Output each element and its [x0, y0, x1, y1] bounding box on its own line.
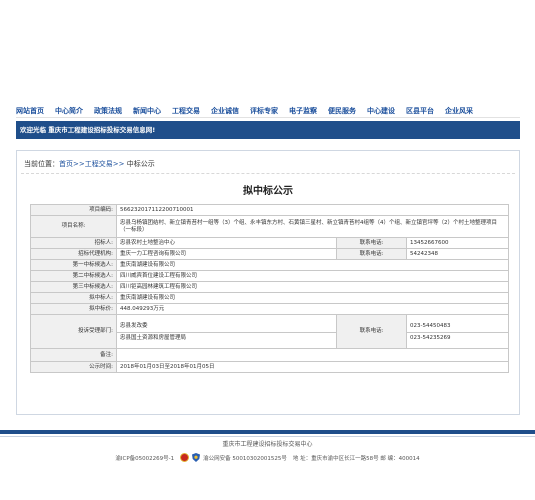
project-code-label: 项目编码: [30, 204, 117, 216]
table-row: 招标人: 忠县农村土地整治中心 联系电话: 13452667600 [30, 237, 510, 249]
complaint-dept-2: 忠县国土资源和房屋管理局 [117, 331, 336, 343]
table-row: 第二中标候选人: 四川威宾首位建设工程有限公司 [30, 270, 510, 282]
table-row: 备注: [30, 348, 510, 362]
nav-item-about[interactable]: 中心简介 [55, 106, 83, 116]
project-name-label: 项目名称: [30, 215, 117, 238]
table-row: 投诉受理部门: 忠县发改委 忠县国土资源和房屋管理局 联系电话: 023-544… [30, 314, 510, 349]
candidate3-label: 第三中标候选人: [30, 281, 117, 293]
tenderer-phone-label: 联系电话: [336, 237, 407, 249]
table-row: 第三中标候选人: 四川钜高园林建筑工程有限公司 [30, 281, 510, 293]
price-label: 拟中标价: [30, 303, 117, 315]
candidate1-label: 第一中标候选人: [30, 259, 117, 271]
police-badge-icon [192, 453, 201, 462]
nav-item-construction[interactable]: 中心建设 [367, 106, 395, 116]
nav-item-news[interactable]: 新闻中心 [133, 106, 161, 116]
complaint-depts: 忠县发改委 忠县国土资源和房屋管理局 [116, 314, 337, 349]
welcome-banner: 欢迎光临 重庆市工程建设招标投标交易信息网! [16, 121, 520, 139]
breadcrumb: 当前位置：首页>>工程交易>> 中标公示 [24, 159, 155, 169]
nav-item-home[interactable]: 网站首页 [16, 106, 44, 116]
agency-label: 招标代理机构: [30, 248, 117, 260]
breadcrumb-separator: >> [112, 160, 125, 168]
footer-org: 重庆市工程建设招标投标交易中心 [222, 441, 313, 448]
project-name-value: 忠县乌杨镇团结村、新立镇青苔村一组等（3）个组、永丰镇东方村、石黄镇三星村、新立… [115, 215, 510, 238]
candidate1-value: 重庆南湖建设有限公司 [115, 259, 510, 271]
breadcrumb-home-link[interactable]: 首页 [59, 160, 73, 168]
agency-phone-label: 联系电话: [336, 248, 407, 260]
top-navigation: 网站首页 中心简介 政策法规 新闻中心 工程交易 企业诚信 评标专家 电子监察 … [16, 104, 520, 118]
footer-bar [0, 430, 535, 434]
price-value: 448.049293万元 [115, 303, 510, 315]
breadcrumb-section-link[interactable]: 工程交易 [85, 160, 113, 168]
footer-icp[interactable]: 渝ICP备05002269号-1 [115, 454, 174, 462]
footer-divider [0, 436, 535, 437]
winner-label: 拟中标人: [30, 292, 117, 304]
divider [21, 173, 515, 174]
table-row: 项目编码: 566232017112200710001 [30, 204, 510, 216]
tenderer-label: 招标人: [30, 237, 117, 249]
nav-item-trading[interactable]: 工程交易 [172, 106, 200, 116]
table-row: 招标代理机构: 重庆一力工程咨询有限公司 联系电话: 54242348 [30, 248, 510, 260]
complaint-phones: 023-54450483 023-54235269 [405, 314, 510, 349]
bid-info-table: 项目编码: 566232017112200710001 项目名称: 忠县乌杨镇团… [30, 204, 510, 373]
breadcrumb-prefix: 当前位置： [24, 160, 59, 168]
breadcrumb-current: 中标公示 [126, 160, 155, 168]
complaint-phone-1: 023-54450483 [410, 322, 451, 329]
candidate2-label: 第二中标候选人: [30, 270, 117, 282]
footer-police-record[interactable]: 渝公网安备 50010302001525号 [203, 454, 287, 462]
content-panel: 当前位置：首页>>工程交易>> 中标公示 拟中标公示 项目编码: 5662320… [16, 150, 520, 415]
complaint-dept-1: 忠县发改委 [120, 322, 148, 329]
project-code-value: 566232017112200710001 [115, 204, 510, 216]
breadcrumb-separator: >> [73, 160, 85, 168]
nav-item-credit[interactable]: 企业诚信 [211, 106, 239, 116]
candidate3-value: 四川钜高园林建筑工程有限公司 [115, 281, 510, 293]
nav-item-services[interactable]: 便民服务 [328, 106, 356, 116]
remark-value [115, 348, 510, 362]
table-row: 第一中标候选人: 重庆南湖建设有限公司 [30, 259, 510, 271]
agency-value: 重庆一力工程咨询有限公司 [116, 248, 337, 260]
nav-item-districts[interactable]: 区县平台 [406, 106, 434, 116]
footer-address: 地 址：重庆市渝中区长江一路58号 邮 编：400014 [292, 455, 420, 462]
period-value: 2018年01月03日至2018年01月05日 [115, 361, 510, 373]
nav-item-companies[interactable]: 企业风采 [445, 106, 473, 116]
nav-item-supervision[interactable]: 电子监察 [289, 106, 317, 116]
complaint-phone-2: 023-54235269 [407, 331, 509, 343]
agency-phone-value: 54242348 [405, 248, 510, 260]
footer-info: 渝ICP备05002269号-1 渝公网安备 50010302001525号 地… [0, 453, 535, 462]
table-row: 拟中标人: 重庆南湖建设有限公司 [30, 292, 510, 304]
table-row: 项目名称: 忠县乌杨镇团结村、新立镇青苔村一组等（3）个组、永丰镇东方村、石黄镇… [30, 215, 510, 238]
period-label: 公示时间: [30, 361, 117, 373]
nav-item-policy[interactable]: 政策法规 [94, 106, 122, 116]
candidate2-value: 四川威宾首位建设工程有限公司 [115, 270, 510, 282]
tenderer-value: 忠县农村土地整治中心 [116, 237, 337, 249]
national-emblem-icon [180, 453, 190, 462]
page-title: 拟中标公示 [243, 186, 293, 197]
complaint-label: 投诉受理部门: [30, 314, 117, 349]
remark-label: 备注: [30, 348, 117, 362]
complaint-phone-label: 联系电话: [336, 314, 407, 349]
nav-item-experts[interactable]: 评标专家 [250, 106, 278, 116]
table-row: 拟中标价: 448.049293万元 [30, 303, 510, 315]
table-row: 公示时间: 2018年01月03日至2018年01月05日 [30, 361, 510, 373]
tenderer-phone-value: 13452667600 [405, 237, 510, 249]
winner-value: 重庆南湖建设有限公司 [115, 292, 510, 304]
